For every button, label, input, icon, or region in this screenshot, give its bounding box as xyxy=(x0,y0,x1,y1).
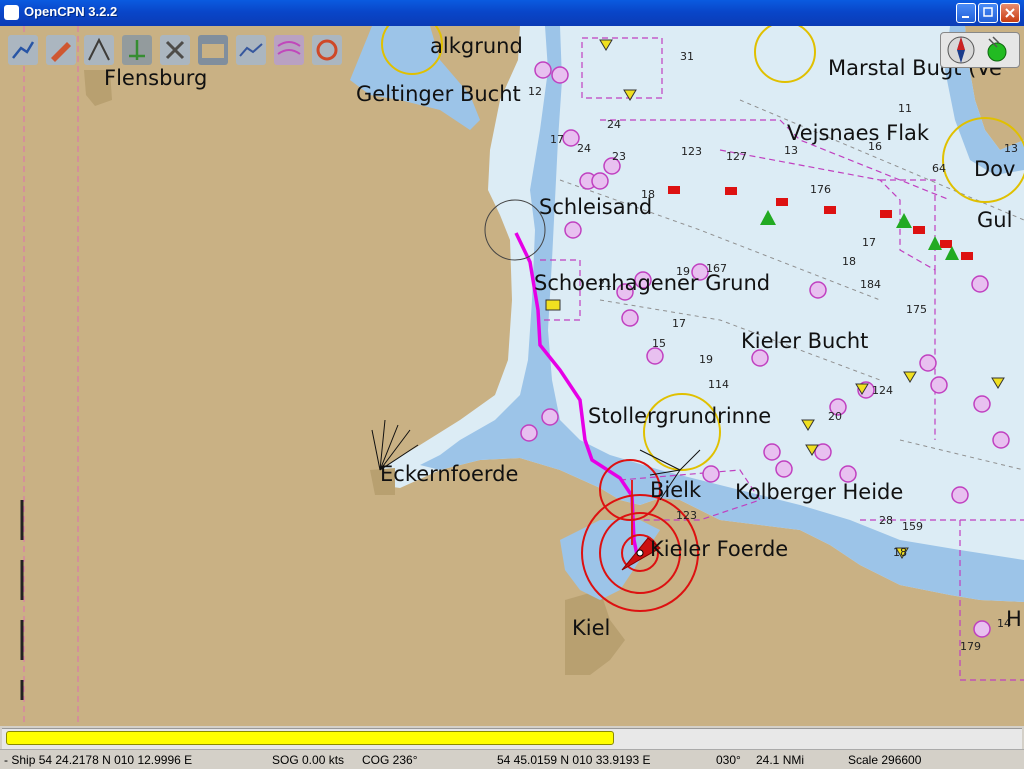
depth-sounding: 179 xyxy=(960,640,981,653)
maximize-button[interactable] xyxy=(978,3,998,23)
mob-icon xyxy=(46,35,76,65)
depth-sounding: 20 xyxy=(828,410,842,423)
depth-sounding: 17 xyxy=(862,236,876,249)
depth-sounding: 24 xyxy=(607,118,621,131)
depth-sounding: 124 xyxy=(872,384,893,397)
settings-tool-button[interactable] xyxy=(308,31,346,69)
depth-sounding: 127 xyxy=(726,150,747,163)
place-label: Kiel xyxy=(572,616,610,640)
waypoint-tool-button[interactable] xyxy=(118,31,156,69)
gps-status-icon xyxy=(987,36,1007,62)
place-label: Gul xyxy=(977,208,1012,232)
depth-sounding: 184 xyxy=(860,278,881,291)
route-tool-button[interactable] xyxy=(4,31,42,69)
place-label: Kolberger Heide xyxy=(735,480,903,504)
chart-bar[interactable] xyxy=(2,728,1022,749)
progress-fill xyxy=(6,731,614,745)
compass-icon xyxy=(947,36,975,64)
close-button[interactable] xyxy=(1000,3,1020,23)
cursor-position-readout: 54 45.0159 N 010 33.9193 E xyxy=(497,753,651,767)
depth-sounding: 12 xyxy=(528,85,542,98)
place-label: H xyxy=(1006,607,1022,631)
depth-sounding: 13 xyxy=(784,144,798,157)
ais-tool-button[interactable] xyxy=(80,31,118,69)
depth-sounding: 31 xyxy=(680,50,694,63)
depth-sounding: 159 xyxy=(902,520,923,533)
compass-widget[interactable] xyxy=(940,32,1020,68)
delete-icon xyxy=(160,35,190,65)
graph-tool-button[interactable] xyxy=(232,31,270,69)
title-bar: OpenCPN 3.2.2 xyxy=(0,0,1024,26)
place-label: Bielk xyxy=(650,478,702,502)
mob-tool-button[interactable] xyxy=(42,31,80,69)
waypoint-icon xyxy=(122,35,152,65)
main-toolbar xyxy=(4,31,346,69)
bearing-readout: 030° xyxy=(716,753,741,767)
place-label: Flensburg xyxy=(104,66,207,90)
track-tool-button[interactable] xyxy=(270,31,308,69)
place-label: alkgrund xyxy=(430,34,523,58)
place-label: Kieler Foerde xyxy=(650,537,788,561)
scale-readout: Scale 296600 xyxy=(848,753,922,767)
depth-sounding: 28 xyxy=(879,514,893,527)
place-label: Eckernfoerde xyxy=(380,462,518,486)
place-label: Schoenhagener Grund xyxy=(534,271,770,295)
minimize-button[interactable] xyxy=(956,3,976,23)
place-label: Stollergrundrinne xyxy=(588,404,771,428)
gear-icon xyxy=(312,35,342,65)
place-label: Schleisand xyxy=(539,195,652,219)
delete-tool-button[interactable] xyxy=(156,31,194,69)
route-icon xyxy=(8,35,38,65)
chart-tool-button[interactable] xyxy=(194,31,232,69)
app-icon xyxy=(4,5,19,20)
chart-icon xyxy=(198,35,228,65)
ship-position-readout: - Ship 54 24.2178 N 010 12.9996 E xyxy=(4,753,193,767)
depth-sounding: 64 xyxy=(932,162,946,175)
track-icon xyxy=(274,35,304,65)
depth-sounding: 175 xyxy=(906,303,927,316)
depth-sounding: 17 xyxy=(550,133,564,146)
window-title: OpenCPN 3.2.2 xyxy=(24,4,118,19)
distance-readout: 24.1 NMi xyxy=(756,753,805,767)
depth-sounding: 123 xyxy=(681,145,702,158)
place-label: Kieler Bucht xyxy=(741,329,868,353)
depth-sounding: 13 xyxy=(1004,142,1018,155)
depth-sounding: 15 xyxy=(652,337,666,350)
ais-icon xyxy=(84,35,114,65)
depth-sounding: 114 xyxy=(708,378,729,391)
place-label: Vejsnaes Flak xyxy=(787,121,930,145)
depth-sounding: 19 xyxy=(699,353,713,366)
depth-sounding: 123 xyxy=(676,509,697,522)
cog-readout: COG 236° xyxy=(362,753,418,767)
sog-readout: SOG 0.00 kts xyxy=(272,753,345,767)
depth-sounding: 176 xyxy=(810,183,831,196)
status-bar: - Ship 54 24.2178 N 010 12.9996 E SOG 0.… xyxy=(0,749,1024,769)
graph-icon xyxy=(236,35,266,65)
depth-sounding: 24 xyxy=(577,142,591,155)
depth-sounding: 23 xyxy=(612,150,626,163)
chart-canvas[interactable]: 31 24 12 13 24 23 18 123 127 16 21 176 17 184 167 19 18 1… xyxy=(0,26,1024,726)
depth-sounding: 18 xyxy=(842,255,856,268)
place-label: Dov xyxy=(974,157,1015,181)
depth-sounding: 11 xyxy=(898,102,912,115)
place-label: Geltinger Bucht xyxy=(356,82,521,106)
depth-sounding: 17 xyxy=(672,317,686,330)
depth-sounding: 18 xyxy=(893,546,907,559)
